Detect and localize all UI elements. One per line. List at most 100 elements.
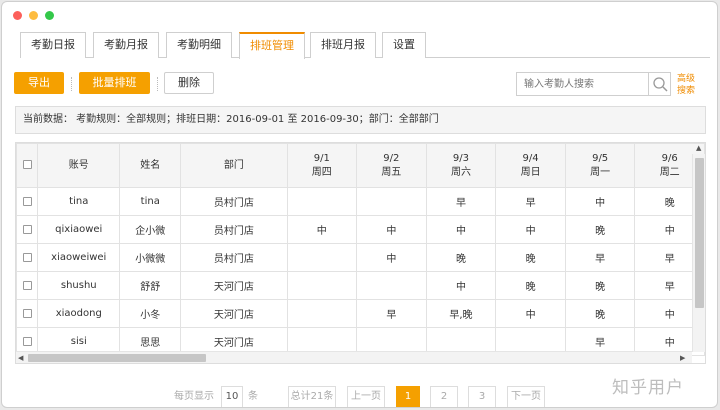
table-row[interactable]: xiaoweiwei 小微微 员村门店中晚晚早早 xyxy=(16,243,705,272)
shift-cell[interactable] xyxy=(286,271,358,300)
column-header-department: 部门 xyxy=(180,143,288,188)
minimize-window-dot[interactable] xyxy=(29,11,38,20)
horizontal-scrollbar[interactable]: ◀ ▶ xyxy=(16,351,692,363)
shift-cell[interactable]: 晚 xyxy=(564,299,636,328)
scroll-up-arrow-icon[interactable]: ▲ xyxy=(696,143,701,153)
shift-cell[interactable]: 中 xyxy=(286,215,358,244)
account-cell: xiaodong xyxy=(37,299,121,328)
weekday-label: 周一 xyxy=(590,166,611,178)
column-header-date: 9/2 周五 xyxy=(356,143,427,188)
name-cell: 小微微 xyxy=(119,243,182,272)
tab-settings[interactable]: 设置 xyxy=(382,32,426,58)
shift-cell[interactable]: 晚 xyxy=(425,243,497,272)
select-all-cell xyxy=(16,143,39,188)
advanced-search-link[interactable]: 高级搜索 xyxy=(677,73,701,97)
table-row[interactable]: xiaodong 小冬 天河门店早早,晚中晚中 xyxy=(16,299,705,328)
date-label: 9/1 xyxy=(313,152,330,164)
shift-cell[interactable]: 中 xyxy=(495,299,566,328)
row-checkbox[interactable] xyxy=(22,252,32,262)
department-cell: 员村门店 xyxy=(180,187,288,216)
table-row[interactable]: qixiaowei 企小微 员村门店中中中中晚中 xyxy=(16,215,705,244)
table-row[interactable]: tina tina 员村门店早早中晚 xyxy=(16,187,705,216)
row-checkbox[interactable] xyxy=(22,308,32,318)
date-label: 9/4 xyxy=(522,152,539,164)
select-all-checkbox[interactable] xyxy=(22,160,32,169)
vertical-scroll-thumb[interactable] xyxy=(695,158,704,308)
shift-cell[interactable]: 中 xyxy=(495,215,566,244)
scroll-left-arrow-icon[interactable]: ◀ xyxy=(18,353,23,363)
per-page-input[interactable]: 10 xyxy=(221,386,243,407)
page-button[interactable]: 2 xyxy=(430,386,458,407)
account-cell: qixiaowei xyxy=(37,215,121,244)
name-cell: 企小微 xyxy=(119,215,182,244)
tab-daily-report[interactable]: 考勤日报 xyxy=(20,32,86,58)
shift-cell[interactable]: 中 xyxy=(425,271,497,300)
account-cell: tina xyxy=(37,187,121,216)
shift-cell[interactable]: 早,晚 xyxy=(425,299,497,328)
shift-cell[interactable]: 晚 xyxy=(564,215,636,244)
row-checkbox[interactable] xyxy=(22,224,32,234)
prev-page-button[interactable]: 上一页 xyxy=(347,386,385,407)
tab-monthly-report[interactable]: 考勤月报 xyxy=(93,32,159,58)
next-page-button[interactable]: 下一页 xyxy=(507,386,545,407)
account-cell: xiaoweiwei xyxy=(37,243,121,272)
row-select-cell xyxy=(16,299,39,328)
table-row[interactable]: shushu 舒舒 天河门店中晚晚早 xyxy=(16,271,705,300)
row-select-cell xyxy=(16,271,39,300)
column-header-date: 9/4 周日 xyxy=(495,143,566,188)
tab-shift-monthly[interactable]: 排班月报 xyxy=(310,32,376,58)
batch-schedule-button[interactable]: 批量排班 xyxy=(79,72,150,94)
column-header-name: 姓名 xyxy=(119,143,182,188)
schedule-table-container: 账号 姓名 部门 9/1 周四 9/2 周五 9/3 周六 9/4 周日 9/5 周一 9/6 周二 … xyxy=(15,142,706,364)
shift-cell[interactable]: 晚 xyxy=(495,271,566,300)
scroll-right-arrow-icon[interactable]: ▶ xyxy=(680,353,685,363)
zoom-window-dot[interactable] xyxy=(45,11,54,20)
row-select-cell xyxy=(16,187,39,216)
shift-cell[interactable]: 晚 xyxy=(495,243,566,272)
vertical-scrollbar[interactable]: ▲ xyxy=(692,144,705,352)
row-checkbox[interactable] xyxy=(22,196,32,206)
shift-cell[interactable] xyxy=(286,243,358,272)
shift-cell[interactable] xyxy=(356,187,427,216)
tab-shift-management[interactable]: 排班管理 xyxy=(239,32,305,59)
toolbar-divider xyxy=(71,77,72,91)
horizontal-scroll-thumb[interactable] xyxy=(28,354,206,362)
row-checkbox[interactable] xyxy=(22,280,32,290)
account-cell: shushu xyxy=(37,271,121,300)
search-button[interactable] xyxy=(648,73,670,95)
shift-cell[interactable]: 中 xyxy=(425,215,497,244)
weekday-label: 周五 xyxy=(381,166,402,178)
shift-cell[interactable]: 中 xyxy=(564,187,636,216)
shift-cell[interactable]: 中 xyxy=(356,215,427,244)
shift-cell[interactable]: 早 xyxy=(495,187,566,216)
name-cell: 舒舒 xyxy=(119,271,182,300)
shift-cell[interactable]: 晚 xyxy=(564,271,636,300)
search-box xyxy=(516,72,671,96)
name-cell: 小冬 xyxy=(119,299,182,328)
export-button[interactable]: 导出 xyxy=(14,72,64,94)
department-cell: 员村门店 xyxy=(180,215,288,244)
shift-cell[interactable] xyxy=(356,271,427,300)
shift-cell[interactable]: 早 xyxy=(356,299,427,328)
total-count: 总计21条 xyxy=(288,386,336,407)
app-window: 考勤日报 考勤月报 考勤明细 排班管理 排班月报 设置 导出 批量排班 删除 高… xyxy=(1,1,718,408)
page-button[interactable]: 1 xyxy=(396,386,420,407)
search-input[interactable] xyxy=(517,73,649,95)
department-cell: 员村门店 xyxy=(180,243,288,272)
tab-attendance-detail[interactable]: 考勤明细 xyxy=(166,32,232,58)
delete-button[interactable]: 删除 xyxy=(164,72,214,94)
shift-cell[interactable]: 早 xyxy=(564,243,636,272)
filter-info-bar: 当前数据： 考勤规则：全部规则；排班日期：2016-09-01 至 2016-0… xyxy=(15,106,706,134)
weekday-label: 周四 xyxy=(311,166,332,178)
department-cell: 天河门店 xyxy=(180,271,288,300)
row-select-cell xyxy=(16,243,39,272)
shift-cell[interactable] xyxy=(286,187,358,216)
shift-cell[interactable]: 中 xyxy=(356,243,427,272)
column-header-date: 9/5 周一 xyxy=(564,143,636,188)
close-window-dot[interactable] xyxy=(13,11,22,20)
shift-cell[interactable] xyxy=(286,299,358,328)
shift-cell[interactable]: 早 xyxy=(425,187,497,216)
weekday-label: 周日 xyxy=(520,166,541,178)
page-button[interactable]: 3 xyxy=(468,386,496,407)
row-checkbox[interactable] xyxy=(22,336,32,346)
